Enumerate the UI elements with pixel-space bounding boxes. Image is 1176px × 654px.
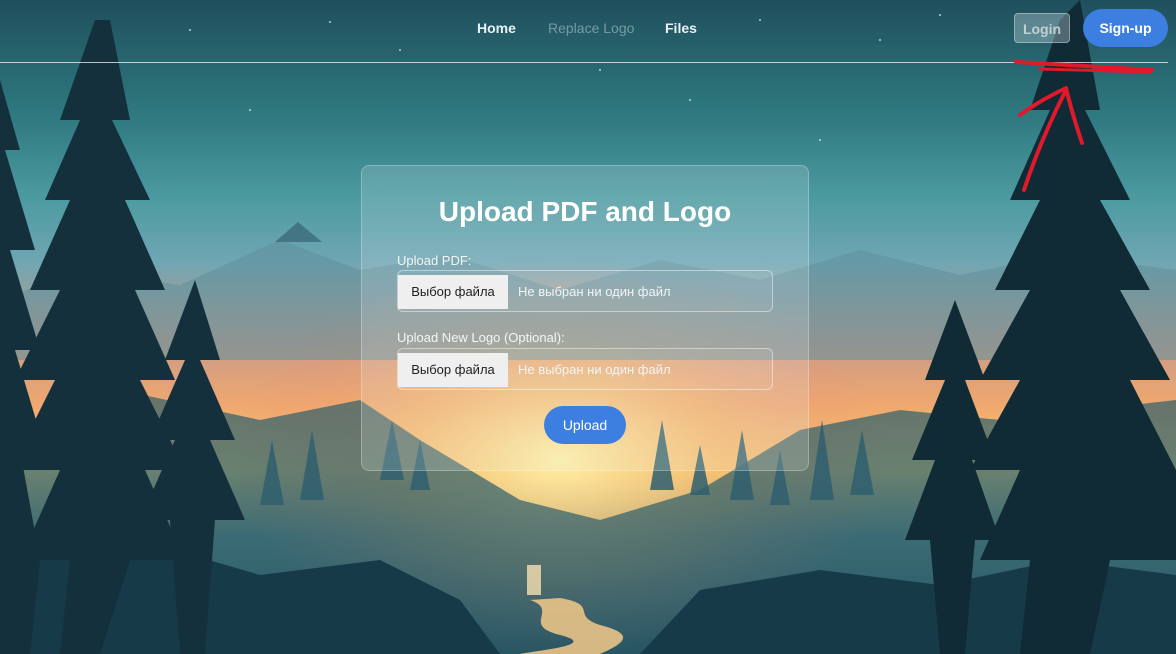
upload-card: Upload PDF and Logo Upload PDF: Выбор фа… [361,165,809,471]
page: Home Replace Logo Files Login Sign-up Up… [0,0,1176,654]
pdf-choose-file-button[interactable]: Выбор файла [398,275,508,309]
logo-file-status: Не выбран ни один файл [518,362,671,377]
red-arrow-annotation [1014,60,1154,192]
login-button[interactable]: Login [1014,13,1070,43]
nav-home-link[interactable]: Home [477,20,516,36]
signup-button[interactable]: Sign-up [1083,9,1168,47]
pdf-file-input[interactable]: Выбор файла Не выбран ни один файл [397,270,773,312]
nav-divider [0,62,1168,63]
logo-choose-file-button[interactable]: Выбор файла [398,353,508,387]
upload-button[interactable]: Upload [544,406,626,444]
card-title: Upload PDF and Logo [438,196,732,227]
pdf-file-status: Не выбран ни один файл [518,284,671,299]
top-nav: Home Replace Logo Files Login Sign-up [0,0,1176,62]
nav-files-link[interactable]: Files [665,20,697,36]
nav-replace-logo-link[interactable]: Replace Logo [548,20,634,36]
logo-file-input[interactable]: Выбор файла Не выбран ни один файл [397,348,773,390]
pdf-field-label: Upload PDF: [397,253,472,268]
logo-field-label: Upload New Logo (Optional): [397,330,565,345]
